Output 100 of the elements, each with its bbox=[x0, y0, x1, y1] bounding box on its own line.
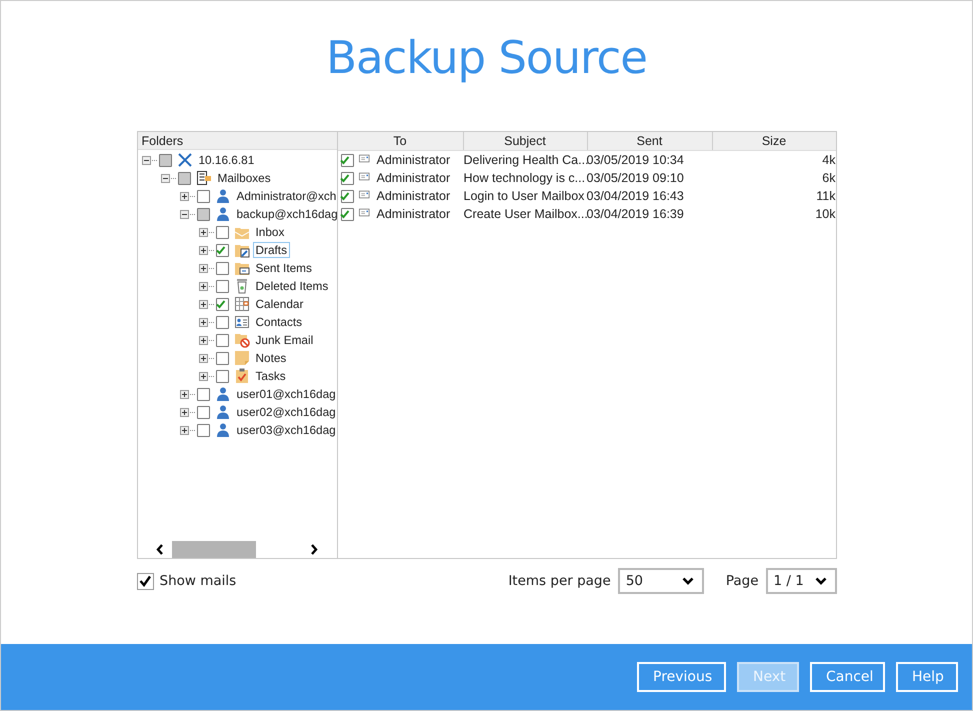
scroll-left-icon[interactable] bbox=[156, 544, 164, 555]
user-icon bbox=[214, 422, 230, 438]
table-cell-text: How technology is c... bbox=[464, 171, 586, 185]
scroll-right-icon[interactable] bbox=[310, 544, 318, 555]
column-header: To bbox=[338, 132, 464, 150]
chevron-down-icon bbox=[814, 577, 826, 585]
table-cell-text: Login to User Mailbox bbox=[464, 189, 586, 203]
table-cell-text: 11k bbox=[815, 189, 836, 203]
tree-item[interactable]: Junk Email bbox=[252, 332, 316, 348]
table-cell: Administrator bbox=[376, 189, 450, 203]
expand-icon[interactable] bbox=[180, 192, 188, 200]
column-header: Subject bbox=[464, 132, 588, 150]
expand-icon[interactable] bbox=[198, 282, 208, 290]
page-label: Page bbox=[726, 573, 758, 589]
table-cell: Create User Mailbox... bbox=[464, 207, 588, 221]
folder-pencil-icon bbox=[234, 242, 250, 258]
table-cell-text: 03/05/2019 10:34 bbox=[586, 153, 685, 167]
clipboard-check-icon bbox=[234, 368, 250, 384]
expand-icon[interactable] bbox=[198, 264, 208, 272]
expand-icon[interactable] bbox=[180, 426, 188, 434]
expand-icon[interactable] bbox=[198, 354, 208, 362]
table-cell-text: 6k bbox=[821, 171, 836, 185]
tree-checkbox[interactable] bbox=[196, 388, 210, 400]
collapse-icon[interactable] bbox=[180, 210, 188, 218]
tree-item[interactable]: Administrator@xch bbox=[234, 188, 336, 204]
tree-item[interactable]: Calendar bbox=[252, 296, 306, 312]
tree-item[interactable]: Contacts bbox=[252, 314, 306, 330]
column-header: Sent bbox=[588, 132, 712, 150]
mail-checkbox[interactable] bbox=[340, 190, 354, 202]
table-cell-text: 4k bbox=[821, 153, 836, 167]
folder-blocked-icon bbox=[234, 332, 250, 348]
tree-item[interactable]: Notes bbox=[252, 350, 290, 366]
checkmark-icon bbox=[339, 154, 350, 166]
tree-checkbox[interactable] bbox=[196, 424, 210, 436]
mail-checkbox[interactable] bbox=[340, 154, 354, 166]
checkmark-icon bbox=[215, 244, 226, 256]
items-per-page-label: Items per page bbox=[508, 573, 611, 589]
tree-checkbox[interactable] bbox=[216, 352, 228, 364]
tree-item[interactable]: Deleted Items bbox=[252, 278, 332, 294]
mail-checkbox[interactable] bbox=[340, 172, 354, 184]
expand-icon[interactable] bbox=[198, 372, 208, 380]
mailbox-stack-icon bbox=[196, 170, 212, 186]
expand-icon[interactable] bbox=[180, 390, 188, 398]
tree-item[interactable]: Drafts bbox=[252, 242, 290, 258]
show-mails-checkbox[interactable]: Show mails bbox=[136, 572, 236, 590]
scroll-thumb[interactable] bbox=[172, 541, 256, 558]
checkmark-icon bbox=[138, 574, 152, 588]
tree-checkbox[interactable] bbox=[196, 190, 210, 202]
tree-checkbox[interactable] bbox=[216, 244, 228, 256]
collapse-icon[interactable] bbox=[160, 174, 170, 182]
tree-checkbox[interactable] bbox=[216, 316, 228, 328]
table-cell-text: 10k bbox=[814, 207, 836, 221]
page-title: Backup Source bbox=[326, 30, 647, 86]
expand-icon[interactable] bbox=[198, 300, 208, 308]
user-icon bbox=[214, 404, 230, 420]
expand-icon[interactable] bbox=[198, 318, 208, 326]
tree-checkbox[interactable] bbox=[216, 226, 228, 238]
page-dropdown[interactable]: 1 / 1 bbox=[766, 568, 836, 594]
sticky-note-icon bbox=[234, 350, 250, 366]
items-per-page-dropdown[interactable]: 50 bbox=[618, 568, 704, 594]
tree-item[interactable]: user02@xch16dag bbox=[234, 404, 336, 420]
table-cell-text: 03/04/2019 16:43 bbox=[586, 189, 685, 203]
tree-checkbox[interactable] bbox=[216, 280, 228, 292]
table-cell-text: 03/04/2019 16:39 bbox=[586, 207, 685, 221]
chevron-down-icon bbox=[682, 577, 694, 585]
checkmark-icon bbox=[339, 172, 350, 184]
table-cell: Delivering Health Ca... bbox=[464, 153, 588, 167]
table-cell: Administrator bbox=[376, 207, 450, 221]
server-icon bbox=[176, 152, 192, 168]
expand-icon[interactable] bbox=[180, 408, 188, 416]
tree-item[interactable]: Tasks bbox=[252, 368, 289, 384]
calendar-icon bbox=[234, 296, 250, 312]
column-header: Size bbox=[760, 133, 788, 150]
column-header: Folders bbox=[138, 132, 336, 150]
tree-checkbox[interactable] bbox=[216, 370, 228, 382]
folder-envelope-icon bbox=[234, 260, 250, 276]
tree-item[interactable]: 10.16.6.81 bbox=[196, 152, 258, 168]
tree-checkbox[interactable] bbox=[216, 334, 228, 346]
tree-checkbox[interactable] bbox=[216, 298, 228, 310]
expand-icon[interactable] bbox=[198, 228, 208, 236]
mail-checkbox[interactable] bbox=[340, 208, 354, 220]
collapse-icon[interactable] bbox=[142, 156, 150, 164]
contact-card-icon bbox=[234, 314, 250, 330]
checkmark-icon bbox=[339, 190, 350, 202]
table-cell-text: 03/05/2019 09:10 bbox=[586, 171, 685, 185]
tree-item[interactable]: user01@xch16dag bbox=[234, 386, 336, 402]
table-cell: Administrator bbox=[376, 153, 450, 167]
tree-item[interactable]: user03@xch16dag bbox=[234, 422, 336, 438]
table-cell: Administrator bbox=[376, 171, 450, 185]
user-icon bbox=[214, 206, 230, 222]
tree-item[interactable]: Mailboxes bbox=[214, 170, 274, 186]
user-icon bbox=[214, 386, 230, 402]
tree-checkbox[interactable] bbox=[196, 406, 210, 418]
expand-icon[interactable] bbox=[198, 336, 208, 344]
tree-item[interactable]: Inbox bbox=[252, 224, 288, 240]
expand-icon[interactable] bbox=[198, 246, 208, 254]
user-icon bbox=[214, 188, 230, 204]
checkmark-icon bbox=[215, 298, 226, 310]
tree-item[interactable]: Sent Items bbox=[252, 260, 315, 276]
tree-checkbox[interactable] bbox=[216, 262, 228, 274]
